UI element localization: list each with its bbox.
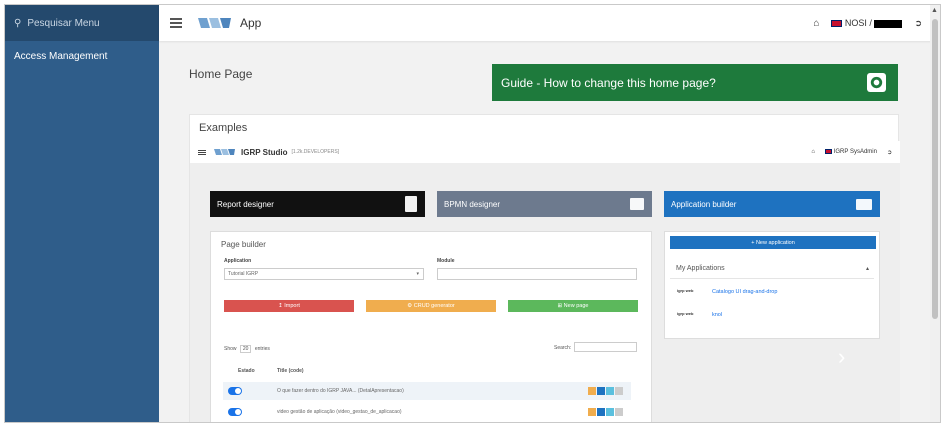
chevron-down-icon: ▾ [416, 271, 419, 277]
crud-generator-button: ⚙ CRUD generator [366, 300, 496, 312]
table-search-input [574, 342, 637, 352]
row-title: video gestão de aplicação (video_gestao_… [277, 409, 402, 415]
col-title: Title (code) [277, 368, 304, 374]
app-window: ⚲ Pesquisar Menu Access Management App ⌂… [4, 4, 941, 423]
page-builder-panel: Page builder Application Tutorial IGRP ▾ … [210, 231, 652, 422]
page-builder-title: Page builder [221, 240, 266, 249]
row-actions [588, 387, 623, 395]
table-row: O que fazer dentro do IGRP JAVA... (Deta… [223, 382, 631, 400]
redacted-username [874, 19, 903, 28]
card-label: Application builder [671, 199, 737, 209]
preview-user: IGRP SysAdmin [825, 148, 877, 155]
preview-app-name: IGRP Studio [241, 147, 288, 157]
examples-panel: Examples IGRP Studio [1.2k.DEVELOPERS] ⌂… [189, 114, 900, 422]
row-actions [588, 408, 623, 416]
app-title: App [240, 16, 262, 30]
main-content: Home Page Guide - How to change this hom… [159, 41, 930, 422]
app-link: knol [712, 312, 723, 318]
search-label: Search: [554, 345, 572, 351]
carousel-prev-icon[interactable]: ‹ [232, 346, 239, 372]
row-title: O que fazer dentro do IGRP JAVA... (Deta… [277, 388, 404, 394]
guide-button-label: Guide - How to change this home page? [501, 75, 716, 90]
preview-logo [214, 149, 235, 155]
config-icon [606, 408, 614, 416]
bpmn-designer-card: BPMN designer [437, 191, 652, 217]
chevron-up-icon: ▴ [865, 266, 869, 272]
app-link: Catalogo UI drag-and-drop [712, 289, 778, 295]
applications-panel: + New application My Applications ▴ igrp… [664, 231, 880, 339]
page-scrollbar[interactable]: ▲ [930, 5, 940, 422]
preview-logout-icon: ➲ [886, 149, 892, 156]
top-bar: App ⌂ NOSI / ➲ [159, 5, 940, 41]
carousel-next-icon[interactable]: › [838, 344, 845, 370]
app-logo [198, 18, 232, 28]
uk-flag-icon [831, 20, 843, 28]
scroll-up-icon[interactable]: ▲ [931, 7, 938, 14]
preview-home-icon: ⌂ [811, 149, 816, 155]
show-entries: Show 20 entries [224, 345, 270, 353]
guide-button[interactable]: Guide - How to change this home page? [492, 64, 898, 101]
card-label: Report designer [217, 199, 274, 209]
sitemap-icon [630, 198, 644, 210]
app-logo: igrp web [677, 311, 694, 316]
module-label: Module [437, 258, 455, 264]
preview-menu-icon [198, 149, 206, 155]
download-icon [615, 408, 623, 416]
application-builder-card: Application builder [664, 191, 880, 217]
download-icon [615, 387, 623, 395]
status-toggle [228, 408, 242, 416]
import-button: ↥ Import [224, 300, 354, 312]
search-placeholder: Pesquisar Menu [27, 17, 100, 29]
sidebar: ⚲ Pesquisar Menu Access Management [5, 5, 159, 422]
table-row: video gestão de aplicação (video_gestao_… [223, 403, 631, 421]
new-page-button: ⊞ New page [508, 300, 638, 312]
example-screenshot: IGRP Studio [1.2k.DEVELOPERS] ⌂ IGRP Sys… [190, 141, 900, 422]
view-icon [597, 408, 605, 416]
divider [670, 278, 874, 279]
new-application-button: + New application [670, 236, 876, 249]
logout-icon[interactable]: ➲ [914, 18, 922, 29]
module-select [437, 268, 637, 280]
preview-env: [1.2k.DEVELOPERS] [291, 149, 340, 155]
edit-icon [588, 408, 596, 416]
page-title: Home Page [189, 67, 253, 81]
user-name: NOSI / [844, 18, 872, 28]
edit-icon [588, 387, 596, 395]
status-toggle [228, 387, 242, 395]
document-icon [405, 196, 417, 212]
card-label: BPMN designer [444, 199, 501, 209]
config-icon [606, 387, 614, 395]
examples-title: Examples [199, 122, 248, 134]
my-applications-title: My Applications [676, 265, 725, 272]
search-icon: ⚲ [14, 17, 22, 29]
sidebar-item-label: Access Management [14, 51, 108, 62]
app-logo: igrp web [677, 288, 694, 293]
menu-toggle-icon[interactable] [170, 18, 182, 28]
col-estado: Estado [238, 368, 255, 374]
report-designer-card: Report designer [210, 191, 425, 217]
application-select: Tutorial IGRP ▾ [224, 268, 424, 280]
menu-search[interactable]: ⚲ Pesquisar Menu [5, 5, 159, 41]
folder-icon [856, 199, 872, 210]
home-icon[interactable]: ⌂ [813, 18, 819, 29]
scrollbar-thumb[interactable] [932, 19, 938, 319]
preview-top-bar: IGRP Studio [1.2k.DEVELOPERS] ⌂ IGRP Sys… [190, 141, 900, 163]
sidebar-item-access-management[interactable]: Access Management [5, 41, 159, 72]
preview-flag-icon [825, 148, 833, 154]
view-icon [597, 387, 605, 395]
application-label: Application [224, 258, 252, 264]
github-icon [867, 73, 886, 92]
user-menu[interactable]: NOSI / [831, 18, 903, 28]
